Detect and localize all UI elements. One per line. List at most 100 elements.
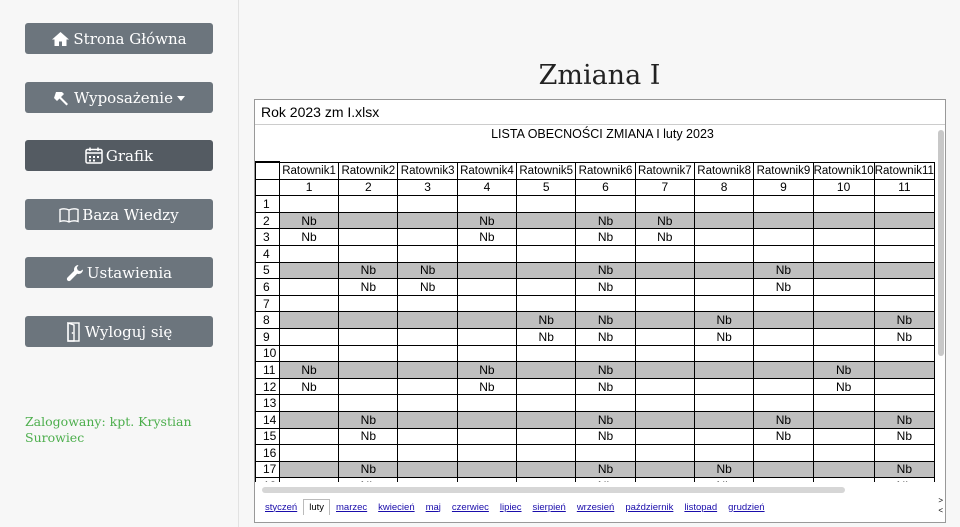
sheet-tab[interactable]: październik <box>620 500 678 515</box>
table-cell <box>278 195 340 213</box>
door-icon <box>66 321 82 342</box>
table-cell <box>278 460 340 479</box>
row-day-number: 10 <box>255 344 280 363</box>
table-cell <box>516 228 577 246</box>
table-cell: Nb <box>873 327 935 346</box>
table-cell <box>634 427 695 446</box>
table-cell <box>812 294 875 313</box>
table-cell <box>634 327 695 346</box>
table-cell <box>693 228 755 246</box>
table-cell: Nb <box>693 460 755 479</box>
column-header: Ratownik8 <box>693 161 755 180</box>
table-cell <box>693 195 755 213</box>
column-number: 5 <box>516 178 577 197</box>
table-cell <box>278 244 340 263</box>
sheet-tab[interactable]: wrzesień <box>572 500 620 515</box>
column-number-row: 1 2 3 4 5 6 7 8 9 10 11 <box>255 178 935 197</box>
sheet-tab[interactable]: styczeń <box>260 500 302 515</box>
sheet-grid[interactable]: LISTA OBECNOŚCI ZMIANA I luty 2023 Ratow… <box>255 125 935 482</box>
row-day-number: 2 <box>255 211 280 230</box>
table-cell <box>397 444 458 462</box>
table-row: 1 <box>255 195 935 213</box>
table-cell <box>753 477 814 482</box>
table-cell <box>753 460 814 479</box>
table-cell <box>338 344 399 363</box>
nav-settings-button[interactable]: Ustawienia <box>25 257 213 288</box>
table-row: 18 Nb Nb Nb Nb <box>255 477 935 482</box>
column-number: 2 <box>338 178 399 197</box>
table-cell <box>456 460 518 479</box>
table-cell <box>575 444 636 462</box>
table-cell <box>873 278 935 296</box>
sheet-tab[interactable]: czerwiec <box>447 500 494 515</box>
table-cell <box>338 361 399 379</box>
table-cell <box>397 477 458 482</box>
table-cell <box>397 344 458 363</box>
table-cell <box>278 344 340 363</box>
nav-equipment-button[interactable]: Wyposażenie <box>25 82 213 113</box>
row-day-number: 8 <box>255 311 280 329</box>
table-cell <box>516 427 577 446</box>
horizontal-scrollbar[interactable] <box>262 487 845 493</box>
table-cell <box>338 244 399 263</box>
table-cell <box>456 261 518 280</box>
sheet-tab[interactable]: kwiecień <box>373 500 419 515</box>
table-cell <box>338 377 399 396</box>
table-cell: Nb <box>873 427 935 446</box>
row-day-number: 9 <box>255 327 280 346</box>
row-day-number: 16 <box>255 444 280 462</box>
table-cell: Nb <box>575 477 636 482</box>
column-header-row: Ratownik1 Ratownik2 Ratownik3 Ratownik4 Rato… <box>255 160 935 180</box>
table-cell <box>693 261 755 280</box>
vertical-scrollbar[interactable] <box>938 130 944 356</box>
table-cell <box>753 294 814 313</box>
sheet-tab[interactable]: marzec <box>331 500 372 515</box>
table-row: 17 Nb Nb Nb Nb <box>255 460 935 479</box>
nav-home-button[interactable]: Strona Główna <box>25 23 213 54</box>
table-cell <box>634 410 695 429</box>
table-row: 14 Nb Nb Nb Nb <box>255 410 935 429</box>
table-cell <box>397 377 458 396</box>
table-cell: Nb <box>338 261 399 280</box>
table-cell <box>278 477 340 482</box>
nav-logout-label: Wyloguj się <box>84 322 173 341</box>
sheet-tab[interactable]: listopad <box>679 500 722 515</box>
nav-knowledge-base-button[interactable]: Baza Wiedzy <box>25 199 213 230</box>
table-cell <box>575 294 636 313</box>
sheet-tab[interactable]: luty <box>303 499 331 515</box>
nav-schedule-label: Grafik <box>105 146 154 165</box>
sheet-tab[interactable]: lipiec <box>495 500 527 515</box>
table-cell <box>634 261 695 280</box>
column-header: Ratownik3 <box>397 161 458 180</box>
nav-logout-button[interactable]: Wyloguj się <box>25 316 213 347</box>
table-cell: Nb <box>575 211 636 230</box>
table-cell <box>812 195 875 213</box>
table-cell <box>873 344 935 363</box>
table-cell <box>456 327 518 346</box>
table-cell <box>456 344 518 363</box>
sheet-nav: > < <box>938 496 943 516</box>
table-cell <box>338 444 399 462</box>
sheet-tab[interactable]: grudzień <box>723 500 769 515</box>
table-cell <box>812 477 875 482</box>
table-cell <box>812 244 875 263</box>
table-cell <box>873 361 935 379</box>
row-day-number: 5 <box>255 261 280 280</box>
table-cell <box>634 244 695 263</box>
table-cell: Nb <box>397 261 458 280</box>
column-number: 7 <box>634 178 695 197</box>
table-cell <box>456 311 518 329</box>
table-cell <box>693 344 755 363</box>
table-cell: Nb <box>873 311 935 329</box>
sheet-tabs: styczeń luty marzec kwiecień maj czerwiec lipi… <box>260 496 771 518</box>
table-cell <box>575 394 636 412</box>
table-cell: Nb <box>338 410 399 429</box>
sheet-tab[interactable]: maj <box>421 500 446 515</box>
nav-schedule-button[interactable]: Grafik <box>25 140 213 171</box>
nav-knowledge-base-label: Baza Wiedzy <box>82 205 179 224</box>
sheet-tab[interactable]: sierpień <box>528 500 571 515</box>
table-cell <box>634 444 695 462</box>
sheet-prev-arrow[interactable]: < <box>938 506 943 516</box>
sheet-next-arrow[interactable]: > <box>938 496 943 506</box>
table-cell <box>753 377 814 396</box>
